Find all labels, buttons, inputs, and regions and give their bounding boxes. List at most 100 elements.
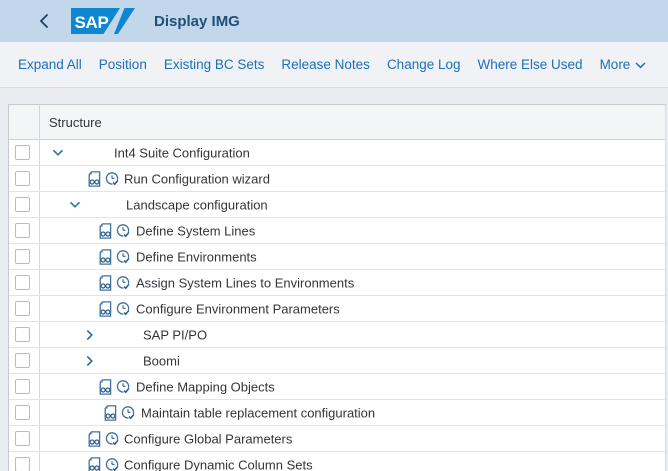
- tree-row-define-system-lines: Define System Lines: [9, 218, 665, 244]
- documentation-icon[interactable]: [87, 457, 102, 471]
- row-checkbox-cell: [9, 426, 40, 451]
- tree-node-label[interactable]: Maintain table replacement configuration: [141, 405, 375, 420]
- row-structure-cell: Boomi: [40, 348, 665, 373]
- toolbar-item-change-log[interactable]: Change Log: [387, 57, 461, 72]
- documentation-icon[interactable]: [98, 301, 113, 317]
- toolbar-item-release-notes[interactable]: Release Notes: [281, 57, 370, 72]
- row-checkbox-cell: [9, 348, 40, 373]
- documentation-icon[interactable]: [98, 249, 113, 265]
- toolbar-item-label: Change Log: [387, 57, 461, 72]
- tree-node-label[interactable]: Define Environments: [136, 249, 257, 264]
- tree-node-label[interactable]: Define Mapping Objects: [136, 379, 275, 394]
- chevron-down-icon[interactable]: [52, 149, 64, 157]
- row-checkbox[interactable]: [15, 301, 30, 316]
- chevron-left-icon: [38, 13, 50, 29]
- tree-row-assign-system-lines-to-environments: Assign System Lines to Environments: [9, 270, 665, 296]
- tree-row-sap-pi-po: SAP PI/PO: [9, 322, 665, 348]
- toolbar: Expand All Position Existing BC Sets Releas…: [0, 42, 668, 88]
- tree-node-label[interactable]: Assign System Lines to Environments: [136, 275, 354, 290]
- row-checkbox[interactable]: [15, 405, 30, 420]
- row-checkbox[interactable]: [15, 431, 30, 446]
- row-structure-cell: Configure Dynamic Column Sets: [40, 452, 665, 471]
- row-structure-cell: Int4 Suite Configuration: [40, 140, 665, 165]
- row-checkbox-cell: [9, 244, 40, 269]
- back-button[interactable]: [38, 13, 50, 29]
- row-checkbox[interactable]: [15, 327, 30, 342]
- sap-logo: SAP: [71, 8, 135, 34]
- tree-node-label[interactable]: SAP PI/PO: [143, 327, 207, 342]
- tree-node-label[interactable]: Configure Dynamic Column Sets: [124, 457, 313, 471]
- activity-icons: [98, 275, 131, 291]
- tree-node-label[interactable]: Define System Lines: [136, 223, 255, 238]
- documentation-icon[interactable]: [98, 379, 113, 395]
- table-header-row: Structure: [9, 105, 665, 140]
- row-checkbox[interactable]: [15, 353, 30, 368]
- row-structure-cell: Landscape configuration: [40, 192, 665, 217]
- tree-row-landscape-configuration: Landscape configuration: [9, 192, 665, 218]
- activity-icon[interactable]: [105, 431, 120, 447]
- row-checkbox[interactable]: [15, 145, 30, 160]
- row-structure-cell: Define Environments: [40, 244, 665, 269]
- collapse-toggle[interactable]: [69, 201, 81, 209]
- chevron-right-icon[interactable]: [86, 355, 94, 367]
- activity-icons: [98, 249, 131, 265]
- documentation-icon[interactable]: [98, 223, 113, 239]
- checkbox-column-header: [9, 105, 40, 139]
- activity-icon[interactable]: [105, 457, 120, 471]
- activity-icon[interactable]: [116, 379, 131, 395]
- collapse-toggle[interactable]: [52, 149, 64, 157]
- row-checkbox[interactable]: [15, 171, 30, 186]
- more-menu-chevron-icon: [635, 62, 646, 69]
- app-header: SAP Display IMG: [0, 0, 668, 42]
- row-structure-cell: Configure Environment Parameters: [40, 296, 665, 321]
- row-checkbox[interactable]: [15, 197, 30, 212]
- toolbar-item-label: Position: [99, 57, 147, 72]
- documentation-icon[interactable]: [103, 405, 118, 421]
- tree-node-label[interactable]: Boomi: [143, 353, 180, 368]
- tree-node-label[interactable]: Landscape configuration: [126, 197, 268, 212]
- toolbar-item-expand-all[interactable]: Expand All: [18, 57, 82, 72]
- tree-row-int4-suite-configuration: Int4 Suite Configuration: [9, 140, 665, 166]
- chevron-down-icon[interactable]: [69, 201, 81, 209]
- tree-node-label[interactable]: Run Configuration wizard: [124, 171, 270, 186]
- activity-icon[interactable]: [116, 223, 131, 239]
- row-checkbox-cell: [9, 374, 40, 399]
- activity-icons: [87, 457, 120, 471]
- row-structure-cell: SAP PI/PO: [40, 322, 665, 347]
- row-checkbox[interactable]: [15, 275, 30, 290]
- tree-node-label[interactable]: Configure Global Parameters: [124, 431, 292, 446]
- row-structure-cell: Define Mapping Objects: [40, 374, 665, 399]
- row-checkbox-cell: [9, 270, 40, 295]
- activity-icon[interactable]: [121, 405, 136, 421]
- row-checkbox-cell: [9, 322, 40, 347]
- chevron-right-icon[interactable]: [86, 329, 94, 341]
- sap-display-img-screen: SAP Display IMG Expand All Position Existi…: [0, 0, 668, 471]
- tree-node-label[interactable]: Int4 Suite Configuration: [114, 145, 250, 160]
- row-checkbox-cell: [9, 192, 40, 217]
- tree-row-define-mapping-objects: Define Mapping Objects: [9, 374, 665, 400]
- expand-toggle[interactable]: [86, 355, 94, 367]
- activity-icon[interactable]: [116, 301, 131, 317]
- tree-node-label[interactable]: Configure Environment Parameters: [136, 301, 340, 316]
- row-checkbox[interactable]: [15, 379, 30, 394]
- activity-icon[interactable]: [116, 275, 131, 291]
- row-checkbox[interactable]: [15, 223, 30, 238]
- activity-icon[interactable]: [116, 249, 131, 265]
- tree-row-run-configuration-wizard: Run Configuration wizard: [9, 166, 665, 192]
- tree-row-configure-environment-parameters: Configure Environment Parameters: [9, 296, 665, 322]
- structure-column-header: Structure: [40, 105, 102, 139]
- toolbar-item-position[interactable]: Position: [99, 57, 147, 72]
- toolbar-item-where-else-used[interactable]: Where Else Used: [478, 57, 583, 72]
- documentation-icon[interactable]: [87, 171, 102, 187]
- row-checkbox[interactable]: [15, 457, 30, 471]
- documentation-icon[interactable]: [87, 431, 102, 447]
- toolbar-item-more[interactable]: More: [600, 57, 647, 72]
- activity-icon[interactable]: [105, 171, 120, 187]
- expand-toggle[interactable]: [86, 329, 94, 341]
- toolbar-item-existing-bc-sets[interactable]: Existing BC Sets: [164, 57, 265, 72]
- row-checkbox[interactable]: [15, 249, 30, 264]
- activity-icons: [87, 431, 120, 447]
- documentation-icon[interactable]: [98, 275, 113, 291]
- row-structure-cell: Assign System Lines to Environments: [40, 270, 665, 295]
- row-checkbox-cell: [9, 140, 40, 165]
